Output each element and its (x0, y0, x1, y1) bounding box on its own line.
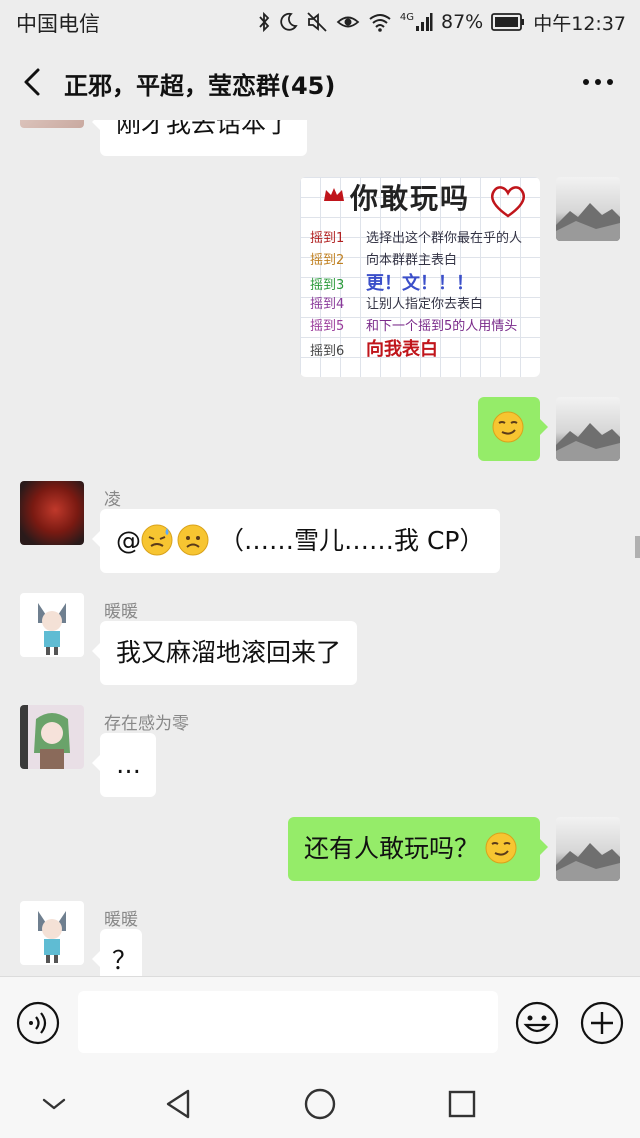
plus-icon[interactable] (580, 1001, 624, 1045)
message-text: 我又麻溜地滚回来了 (116, 638, 342, 667)
message-list[interactable]: 刚才我去话本了 你敢玩吗 摇到1 选择出这个群你最在乎的人 摇到2 向本群群主表白 … (0, 120, 640, 976)
sender-name: 凌 (104, 490, 121, 510)
message-text: … (116, 750, 141, 779)
avatar[interactable] (20, 120, 84, 128)
message-bubble[interactable]: ？ (92, 929, 142, 976)
status-icons: 4G 87% 中午12:37 (258, 8, 626, 36)
roll-label: 摇到6 (310, 344, 345, 359)
anime-avatar-icon (20, 705, 70, 769)
roll-label: 摇到5 (310, 319, 345, 334)
sender-name: 存在感为零 (104, 714, 189, 734)
nav-back-icon[interactable] (160, 1086, 196, 1122)
anime-avatar-icon (38, 603, 66, 655)
sender-name: 暖暖 (104, 910, 138, 930)
message-bubble[interactable]: 还有人敢玩吗？ (288, 817, 548, 881)
roll-label: 摇到4 (310, 297, 345, 312)
roll-label: 摇到2 (310, 253, 345, 268)
more-icon[interactable] (580, 70, 616, 94)
sticker-title: 你敢玩吗 (350, 182, 471, 215)
roll-task: 更！文！！！ (366, 273, 474, 294)
message-bubble[interactable]: … (92, 733, 156, 797)
smirk-emoji-icon (492, 411, 524, 443)
landscape-icon (556, 423, 620, 461)
smirk-emoji-icon (485, 832, 517, 864)
landscape-icon (556, 843, 620, 881)
avatar[interactable] (20, 593, 84, 657)
input-bar (0, 976, 640, 1069)
landscape-icon (556, 203, 620, 241)
network-type: 4G (399, 12, 414, 23)
wifi-icon (368, 11, 392, 33)
message-text: （……雪儿……我 CP） (219, 526, 485, 555)
roll-task: 选择出这个群你最在乎的人 (366, 231, 523, 246)
nav-collapse-icon[interactable] (36, 1086, 72, 1122)
bluetooth-icon (258, 11, 270, 33)
roll-label: 摇到3 (310, 278, 345, 293)
voice-icon[interactable] (16, 1001, 60, 1045)
sticker-row: 摇到2 向本群群主表白 (310, 249, 457, 268)
sticker-row: 摇到5 和下一个摇到5的人用情头 (310, 315, 517, 334)
system-navigation-bar (0, 1068, 640, 1138)
self-avatar[interactable] (556, 177, 620, 241)
message-bubble[interactable] (478, 397, 548, 461)
signal-icon: 4G (400, 12, 433, 32)
roll-task: 和下一个摇到5的人用情头 (366, 319, 518, 334)
avatar[interactable] (20, 901, 84, 965)
eye-icon (336, 11, 360, 33)
message-text: ？ (112, 946, 138, 975)
back-icon[interactable] (16, 64, 50, 100)
message-text: 还有人敢玩吗？ (304, 834, 480, 863)
nav-recents-icon[interactable] (444, 1086, 480, 1122)
roll-task: 向我表白 (366, 339, 438, 360)
message-text: 刚才我去话本了 (116, 120, 292, 138)
nav-home-icon[interactable] (302, 1086, 338, 1122)
message-bubble[interactable]: 刚才我去话本了 (91, 120, 308, 156)
anime-avatar-icon (38, 911, 66, 963)
sweat-emoji-icon (141, 524, 173, 556)
sticker-row: 摇到6 向我表白 (310, 335, 438, 361)
mention-prefix: @ (116, 526, 141, 555)
message-bubble[interactable]: 我又麻溜地滚回来了 (91, 621, 358, 685)
roll-task: 让别人指定你去表白 (366, 297, 484, 312)
battery-icon (491, 13, 525, 31)
crown-icon (322, 185, 346, 209)
clock: 中午12:37 (533, 12, 626, 35)
battery-percent: 87% (441, 11, 484, 33)
roll-task: 向本群群主表白 (366, 253, 458, 268)
chat-title: 正邪，平超，莹恋群(45) (64, 72, 336, 100)
status-bar: 中国电信 4G 87% 中午12:37 (0, 0, 640, 44)
avatar[interactable] (20, 705, 84, 769)
moon-icon (278, 11, 298, 33)
chat-header: 正邪，平超，莹恋群(45) (0, 44, 640, 120)
message-input[interactable] (78, 991, 498, 1053)
avatar[interactable] (20, 481, 84, 545)
sticker-row: 摇到3 更！文！！！ (310, 269, 474, 295)
carrier-label: 中国电信 (16, 12, 100, 36)
sticker-row: 摇到4 让别人指定你去表白 (310, 293, 483, 312)
sticker-row: 摇到1 选择出这个群你最在乎的人 (310, 227, 522, 246)
roll-label: 摇到1 (310, 231, 345, 246)
sad-emoji-icon (177, 524, 209, 556)
scrollbar[interactable] (635, 536, 640, 558)
self-avatar[interactable] (556, 397, 620, 461)
heart-icon (488, 183, 528, 223)
message-bubble[interactable]: @ （……雪儿……我 CP） (91, 509, 501, 573)
self-avatar[interactable] (556, 817, 620, 881)
image-message[interactable]: 你敢玩吗 摇到1 选择出这个群你最在乎的人 摇到2 向本群群主表白 摇到3 更！文！！… (300, 177, 540, 377)
mute-icon (306, 11, 328, 33)
emoji-icon[interactable] (515, 1001, 559, 1045)
sender-name: 暖暖 (104, 602, 138, 622)
